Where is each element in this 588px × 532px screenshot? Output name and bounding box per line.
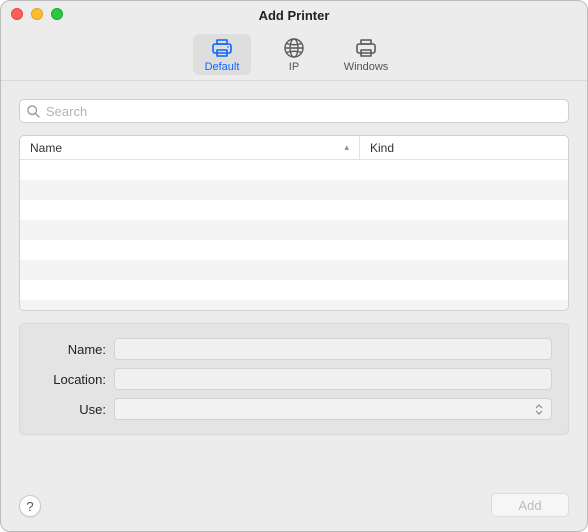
list-row (20, 260, 568, 280)
traffic-lights (11, 8, 63, 20)
list-row (20, 240, 568, 260)
name-field[interactable] (114, 338, 552, 360)
help-icon: ? (26, 499, 33, 514)
search-icon (26, 104, 41, 119)
search-input[interactable] (46, 104, 562, 119)
footer: ? Add (1, 485, 587, 531)
list-body[interactable] (20, 160, 568, 310)
list-row (20, 300, 568, 311)
location-field[interactable] (114, 368, 552, 390)
globe-icon (280, 37, 308, 59)
help-button[interactable]: ? (19, 495, 41, 517)
toolbar: Default IP Windo (1, 29, 587, 81)
printer-icon (208, 37, 236, 59)
window-title: Add Printer (259, 8, 330, 23)
column-kind-label: Kind (370, 141, 394, 155)
tab-default[interactable]: Default (193, 34, 251, 75)
use-label: Use: (36, 402, 106, 417)
add-button[interactable]: Add (491, 493, 569, 517)
tab-ip-label: IP (289, 61, 299, 73)
body-panel: Name ▴ Kind Name: (1, 81, 587, 485)
printer-outline-icon (352, 37, 380, 59)
name-label: Name: (36, 342, 106, 357)
add-button-label: Add (518, 498, 541, 513)
tab-windows[interactable]: Windows (337, 34, 395, 75)
close-icon[interactable] (11, 8, 23, 20)
list-row (20, 160, 568, 180)
minimize-icon[interactable] (31, 8, 43, 20)
select-stepper-icon (531, 401, 547, 417)
tab-ip[interactable]: IP (265, 34, 323, 75)
list-row (20, 180, 568, 200)
column-name[interactable]: Name ▴ (20, 136, 360, 159)
column-kind[interactable]: Kind (360, 136, 568, 159)
list-row (20, 280, 568, 300)
list-row (20, 200, 568, 220)
tab-windows-label: Windows (344, 61, 389, 73)
form-row-location: Location: (36, 368, 552, 390)
search-field[interactable] (19, 99, 569, 123)
list-header: Name ▴ Kind (20, 136, 568, 160)
column-name-label: Name (30, 141, 62, 155)
form-row-name: Name: (36, 338, 552, 360)
tab-default-label: Default (205, 61, 240, 73)
zoom-icon[interactable] (51, 8, 63, 20)
form-row-use: Use: (36, 398, 552, 420)
use-select[interactable] (114, 398, 552, 420)
details-form: Name: Location: Use: (19, 323, 569, 435)
list-row (20, 220, 568, 240)
add-printer-window: Add Printer Default (0, 0, 588, 532)
sort-ascending-icon: ▴ (344, 142, 349, 153)
printer-list: Name ▴ Kind (19, 135, 569, 311)
title-bar: Add Printer (1, 1, 587, 29)
location-label: Location: (36, 372, 106, 387)
